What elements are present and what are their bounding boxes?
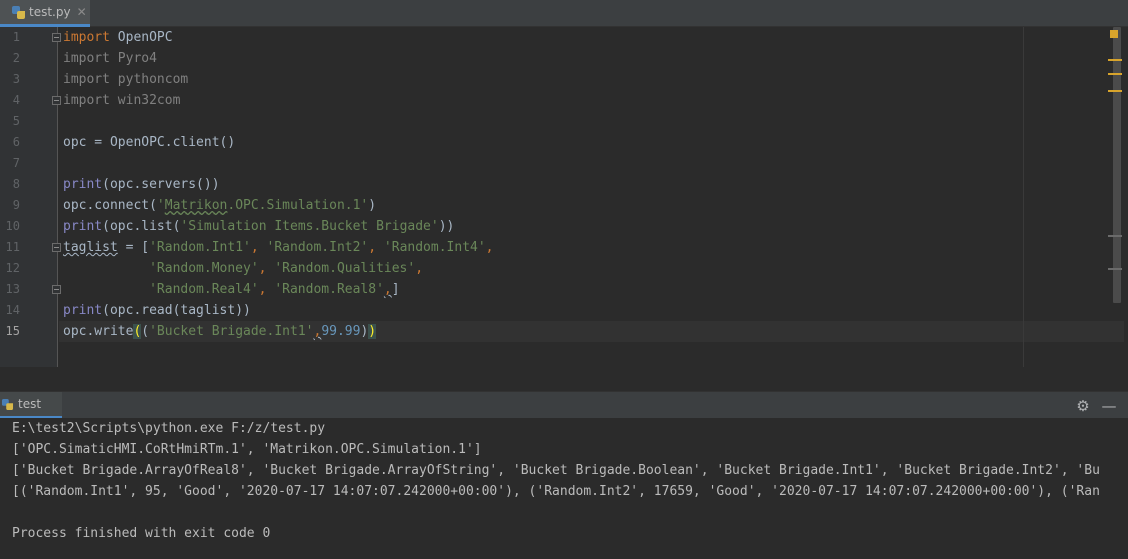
- run-tool-window-header: test ⚙ —: [0, 391, 1128, 419]
- number: 99.99: [321, 324, 361, 339]
- fold-marker-icon[interactable]: [52, 96, 61, 105]
- info-marker[interactable]: [1108, 268, 1122, 270]
- code-text: (opc.list(: [102, 219, 181, 234]
- code-line[interactable]: import Pyro4: [63, 48, 157, 69]
- line-number: 7: [12, 156, 20, 170]
- variable: taglist: [63, 240, 118, 255]
- code-line[interactable]: import pythoncom: [63, 69, 188, 90]
- string: 'Bucket Brigade.Int1': [149, 324, 314, 339]
- string: 'Random.Int4': [383, 240, 486, 255]
- string: 'Random.Real4': [149, 282, 259, 297]
- line-number: 15: [5, 324, 20, 338]
- console-line: ['OPC.SimaticHMI.CoRtHmiRTm.1', 'Matriko…: [12, 442, 482, 457]
- code-text: (opc.read(taglist)): [102, 303, 251, 318]
- console-line: ['Bucket Brigade.ArrayOfReal8', 'Bucket …: [12, 463, 1100, 478]
- code-line[interactable]: import OpenOPC: [63, 27, 173, 48]
- warning-marker[interactable]: [1108, 90, 1122, 92]
- code-text: opc.connect(: [63, 198, 157, 213]
- comma: ,: [258, 282, 275, 297]
- string: ': [156, 198, 165, 213]
- line-number: 1: [12, 30, 20, 44]
- code-text: (: [141, 324, 150, 339]
- code-line[interactable]: opc.connect('Matrikon.OPC.Simulation.1'): [63, 195, 376, 216]
- string: Matrikon: [164, 198, 228, 213]
- close-icon[interactable]: ✕: [77, 5, 87, 19]
- right-margin-guide: [1023, 27, 1024, 367]
- info-marker[interactable]: [1108, 235, 1122, 237]
- code-line[interactable]: 'Random.Money', 'Random.Qualities',: [63, 258, 423, 279]
- code-line[interactable]: print(opc.list('Simulation Items.Bucket …: [63, 216, 454, 237]
- line-number: 6: [12, 135, 20, 149]
- string: 'Simulation Items.Bucket Brigade': [180, 219, 439, 234]
- line-number: 11: [5, 240, 20, 254]
- tab-test-py[interactable]: test.py ✕: [0, 0, 90, 27]
- string: .OPC.Simulation.1': [227, 198, 369, 213]
- code-text: ]: [391, 282, 400, 297]
- python-file-icon: [12, 5, 25, 19]
- fold-marker-icon[interactable]: [52, 285, 61, 294]
- code-line[interactable]: 'Random.Real4', 'Random.Real8',]: [63, 279, 400, 300]
- keyword: import: [63, 30, 110, 45]
- code-text: opc.write: [63, 324, 134, 339]
- minimize-icon[interactable]: —: [1099, 396, 1119, 416]
- line-number: 4: [12, 93, 20, 107]
- fold-marker-icon[interactable]: [52, 33, 61, 42]
- code-line[interactable]: opc.write(('Bucket Brigade.Int1',99.99)): [63, 321, 377, 342]
- comma: ,: [250, 240, 267, 255]
- run-console[interactable]: E:\test2\Scripts\python.exe F:/z/test.py…: [0, 418, 1128, 559]
- code-line[interactable]: opc = OpenOPC.client(): [63, 132, 235, 153]
- comma: ,: [415, 261, 424, 276]
- line-number: 14: [5, 303, 20, 317]
- code-line[interactable]: print(opc.read(taglist)): [63, 300, 251, 321]
- run-tab-test[interactable]: test: [0, 392, 62, 419]
- builtin: print: [63, 177, 103, 192]
- string: 'Random.Money': [149, 261, 259, 276]
- line-number-gutter: 1 2 3 4 5 6 7 8 9 10 11 12 13 14 15: [0, 27, 61, 367]
- line-number: 8: [12, 177, 20, 191]
- code-text: = [: [117, 240, 150, 255]
- warning-marker[interactable]: [1108, 73, 1122, 75]
- builtin: print: [63, 219, 103, 234]
- fold-marker-icon[interactable]: [52, 243, 61, 252]
- code-line[interactable]: taglist = ['Random.Int1', 'Random.Int2',…: [63, 237, 494, 258]
- comma: ,: [258, 261, 275, 276]
- comma: ,: [368, 240, 384, 255]
- code-text: ): [368, 198, 377, 213]
- code-text: )): [438, 219, 455, 234]
- console-line: [('Random.Int1', 95, 'Good', '2020-07-17…: [12, 484, 1100, 499]
- run-tab-label: test: [18, 397, 42, 411]
- line-number: 13: [5, 282, 20, 296]
- string: 'Random.Real8': [274, 282, 384, 297]
- vertical-scrollbar[interactable]: [1113, 27, 1121, 367]
- code-text: (opc.servers()): [102, 177, 220, 192]
- inspection-status-icon[interactable]: [1110, 30, 1118, 38]
- line-number: 3: [12, 72, 20, 86]
- code-editor[interactable]: 1 2 3 4 5 6 7 8 9 10 11 12 13 14 15 impo…: [0, 27, 1128, 367]
- gear-icon[interactable]: ⚙: [1073, 396, 1093, 416]
- line-number: 12: [5, 261, 20, 275]
- code-line[interactable]: import win32com: [63, 90, 180, 111]
- console-line: E:\test2\Scripts\python.exe F:/z/test.py: [12, 421, 326, 436]
- string: 'Random.Int1': [149, 240, 251, 255]
- matched-paren: ): [368, 324, 377, 339]
- scrollbar-thumb[interactable]: [1113, 27, 1121, 303]
- comma: ,: [383, 282, 392, 297]
- tab-label: test.py: [29, 5, 71, 19]
- comma: ,: [485, 240, 494, 255]
- code-text: OpenOPC: [109, 30, 173, 45]
- line-number: 5: [12, 114, 20, 128]
- string: 'Random.Int2': [266, 240, 369, 255]
- code-line[interactable]: print(opc.servers()): [63, 174, 220, 195]
- editor-tab-bar: test.py ✕: [0, 0, 1128, 27]
- line-number: 2: [12, 51, 20, 65]
- line-number: 9: [12, 198, 20, 212]
- builtin: print: [63, 303, 103, 318]
- python-run-icon: [1, 398, 14, 410]
- string: 'Random.Qualities': [274, 261, 416, 276]
- line-number: 10: [5, 219, 20, 233]
- console-line: Process finished with exit code 0: [12, 526, 271, 541]
- warning-marker[interactable]: [1108, 59, 1122, 61]
